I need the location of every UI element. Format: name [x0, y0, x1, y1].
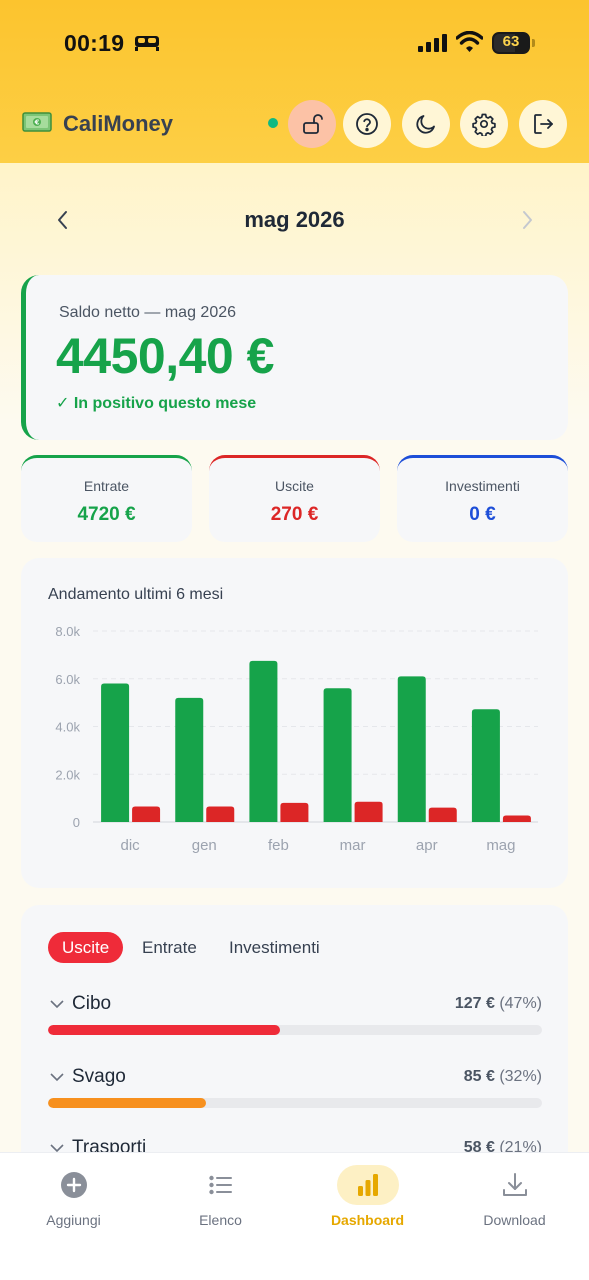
- nav-dashboard[interactable]: Dashboard: [294, 1153, 441, 1253]
- bar-income: [471, 709, 500, 822]
- battery-percent: 63: [502, 33, 520, 50]
- lock-button[interactable]: [288, 100, 336, 148]
- trend-chart-card: Andamento ultimi 6 mesi 0 2.0k 4.0k 6.0k 8.0…: [21, 558, 568, 888]
- bed-icon: [135, 36, 159, 51]
- x-tick-label: gen: [192, 837, 217, 854]
- category-amount: 127 € (47%): [454, 995, 542, 1012]
- status-time: 00:19: [64, 30, 125, 56]
- bar-income: [397, 676, 426, 822]
- investments-label: Investimenti: [445, 478, 520, 494]
- net-balance-value: 4450,40 €: [56, 328, 274, 384]
- x-tick-label: dic: [120, 837, 140, 854]
- y-tick-label: 4.0k: [55, 720, 80, 735]
- net-balance-card: Saldo netto — mag 2026 4450,40 € ✓ In po…: [21, 275, 568, 440]
- income-label: Entrate: [83, 478, 130, 494]
- bar-income: [249, 660, 278, 822]
- income-value: 4720 €: [77, 504, 136, 525]
- category-amount: 85 € (32%): [463, 1068, 542, 1085]
- x-tick-label: apr: [416, 837, 438, 854]
- expenses-summary-card: Uscite 270 €: [209, 455, 380, 542]
- dark-mode-button[interactable]: [402, 100, 450, 148]
- nav-label: Dashboard: [330, 1212, 405, 1228]
- help-circle-icon: [356, 113, 378, 135]
- svg-text:€: €: [34, 119, 40, 127]
- cellular-signal-icon: [418, 34, 447, 52]
- bottom-navigation: Aggiungi Elenco Dashboard Download: [0, 1152, 589, 1280]
- category-row-cibo[interactable]: Cibo 127 € (47%): [48, 993, 542, 1053]
- bar-expenses: [206, 806, 235, 822]
- tab-investimenti[interactable]: Investimenti: [215, 932, 334, 963]
- chevron-down-icon: [50, 1073, 64, 1082]
- nav-aggiungi[interactable]: Aggiungi: [0, 1153, 147, 1253]
- income-summary-card: Entrate 4720 €: [21, 455, 192, 542]
- download-icon: [502, 1173, 527, 1196]
- category-progress-fill: [48, 1098, 207, 1108]
- x-tick-label: feb: [268, 837, 289, 854]
- y-tick-label: 2.0k: [55, 767, 80, 782]
- app-title: CaliMoney: [63, 111, 174, 136]
- investments-summary-card: Investimenti 0 €: [397, 455, 568, 542]
- category-progress-fill: [48, 1025, 281, 1035]
- bar-chart-icon: [357, 1174, 378, 1196]
- x-tick-label: mar: [340, 837, 366, 854]
- chevron-down-icon: [50, 1000, 64, 1009]
- list-icon: [208, 1175, 232, 1195]
- expenses-value: 270 €: [270, 504, 319, 525]
- net-balance-label: Saldo netto — mag 2026: [59, 304, 237, 321]
- plus-circle-icon: [60, 1172, 87, 1198]
- unlock-icon: [303, 114, 323, 134]
- gear-icon: [472, 113, 496, 136]
- settings-button[interactable]: [460, 100, 508, 148]
- bar-expenses: [502, 815, 531, 822]
- help-button[interactable]: [343, 100, 391, 148]
- nav-label: Download: [483, 1212, 546, 1228]
- online-status-dot: [268, 118, 278, 128]
- bar-expenses: [428, 807, 457, 822]
- next-month-button[interactable]: [514, 206, 540, 234]
- money-bill-icon: €: [22, 112, 52, 132]
- y-tick-label: 6.0k: [55, 672, 80, 687]
- nav-elenco[interactable]: Elenco: [147, 1153, 294, 1253]
- moon-icon: [416, 115, 435, 134]
- category-row-svago[interactable]: Svago 85 € (32%): [48, 1066, 542, 1126]
- tab-entrate[interactable]: Entrate: [128, 932, 211, 963]
- x-tick-label: mag: [486, 837, 515, 854]
- logout-button[interactable]: [519, 100, 567, 148]
- tab-uscite[interactable]: Uscite: [48, 932, 124, 963]
- bar-expenses: [280, 802, 309, 822]
- bar-income: [101, 683, 130, 822]
- investments-value: 0 €: [469, 504, 496, 525]
- current-month-label: mag 2026: [244, 207, 345, 232]
- wifi-icon: [456, 31, 483, 52]
- expenses-label: Uscite: [275, 478, 314, 494]
- y-tick-label: 0: [73, 815, 80, 830]
- y-tick-label: 8.0k: [55, 624, 80, 639]
- trend-chart: 0 2.0k 4.0k 6.0k 8.0k dic gen feb mar apr mag: [55, 624, 538, 854]
- logout-icon: [534, 114, 553, 134]
- bar-income: [323, 688, 352, 822]
- category-progress-track: [48, 1025, 542, 1035]
- category-name: Svago: [72, 1066, 126, 1087]
- nav-download[interactable]: Download: [441, 1153, 588, 1253]
- nav-label: Aggiungi: [46, 1212, 101, 1228]
- battery-indicator: 63: [492, 32, 535, 54]
- bar-expenses: [354, 801, 383, 822]
- category-progress-track: [48, 1098, 542, 1108]
- net-balance-status: ✓ In positivo questo mese: [56, 395, 257, 412]
- nav-label: Elenco: [199, 1212, 242, 1228]
- bar-expenses: [132, 806, 161, 822]
- bar-income: [175, 697, 204, 822]
- category-name: Cibo: [72, 993, 112, 1014]
